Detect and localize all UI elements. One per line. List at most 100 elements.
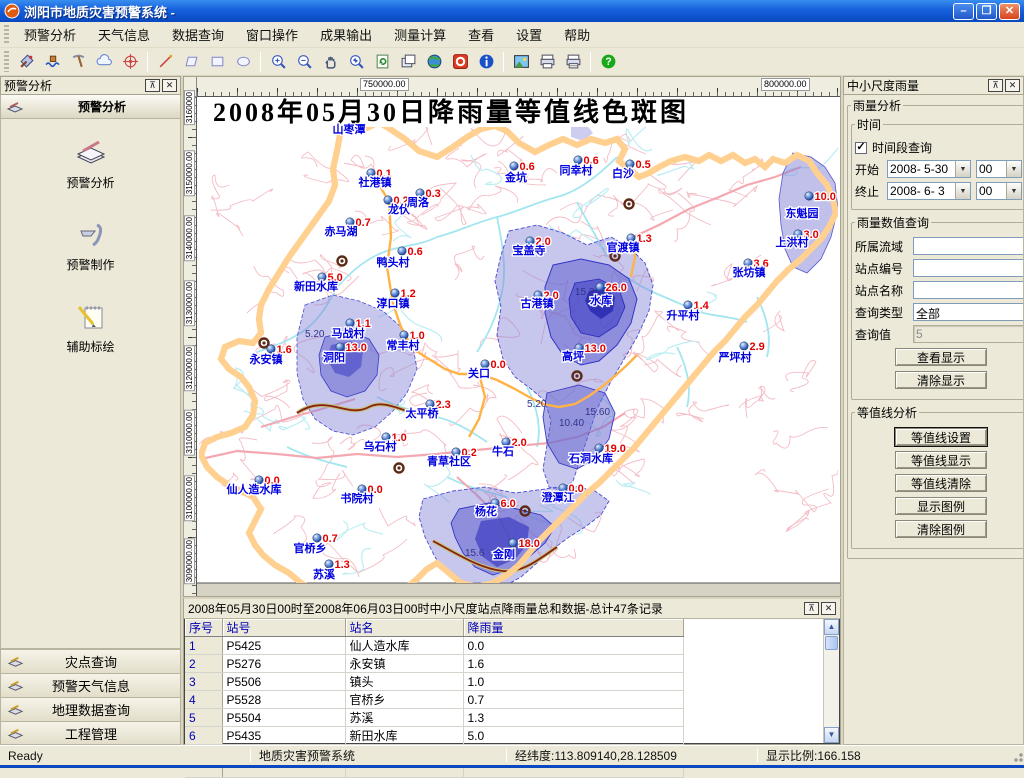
station-marker[interactable]: [740, 342, 748, 350]
station-marker[interactable]: [452, 448, 460, 456]
station-marker[interactable]: [318, 273, 326, 281]
station-marker[interactable]: [382, 433, 390, 441]
menu-item-4[interactable]: 窗口操作: [235, 22, 309, 47]
tool-item-warning-analysis[interactable]: 预警分析: [1, 135, 180, 191]
left-panel-group-header[interactable]: 预警分析: [0, 95, 181, 119]
sidebar-item-2[interactable]: 预警天气信息: [0, 673, 181, 697]
table-row[interactable]: 1P5425仙人造水库0.0: [185, 637, 683, 655]
menu-item-6[interactable]: 测量计算: [383, 22, 457, 47]
basin-combo[interactable]: ▼: [913, 237, 1024, 255]
end-hour-combo[interactable]: 00 ▼: [976, 182, 1022, 200]
pick-tool-icon[interactable]: [66, 50, 90, 74]
start-date-combo[interactable]: 2008- 5-30 ▼: [887, 160, 971, 178]
ellipse-draw-icon[interactable]: [231, 50, 255, 74]
globe-icon[interactable]: [422, 50, 446, 74]
cascade-windows-icon[interactable]: [396, 50, 420, 74]
menu-item-8[interactable]: 设置: [505, 22, 553, 47]
menu-item-9[interactable]: 帮助: [553, 22, 601, 47]
zoom-out-icon[interactable]: [292, 50, 316, 74]
station-marker[interactable]: [313, 534, 321, 542]
station-marker[interactable]: [416, 189, 424, 197]
station-marker[interactable]: [367, 169, 375, 177]
zoom-in-icon[interactable]: [266, 50, 290, 74]
close-icon[interactable]: ✕: [821, 602, 836, 615]
station-marker[interactable]: [509, 539, 517, 547]
contour-button-4[interactable]: 显示图例: [895, 497, 987, 515]
table-row[interactable]: 2P5276永安镇1.6: [185, 655, 683, 673]
query-type-combo[interactable]: 全部 ▼: [913, 303, 1024, 321]
table-column-header[interactable]: 站号: [222, 619, 345, 637]
station-marker[interactable]: [426, 400, 434, 408]
station-marker[interactable]: [574, 156, 582, 164]
station-marker[interactable]: [346, 218, 354, 226]
station-marker[interactable]: [325, 560, 333, 568]
resize-grip[interactable]: [1010, 749, 1024, 763]
station-marker[interactable]: [481, 360, 489, 368]
table-row[interactable]: 3P5506镇头1.0: [185, 673, 683, 691]
station-name-input[interactable]: [913, 281, 1024, 299]
station-marker[interactable]: [744, 259, 752, 267]
contour-button-2[interactable]: 等值线显示: [895, 451, 987, 469]
table-row[interactable]: 5P5504苏溪1.3: [185, 709, 683, 727]
pin-icon[interactable]: ⊼: [804, 602, 819, 615]
show-display-button[interactable]: 查看显示: [895, 348, 987, 366]
station-marker[interactable]: [391, 289, 399, 297]
toolbar-grip[interactable]: [4, 51, 9, 73]
refresh-page-icon[interactable]: [370, 50, 394, 74]
pin-icon[interactable]: ⊼: [145, 79, 160, 92]
scroll-up-button[interactable]: ▲: [824, 619, 839, 635]
target-icon[interactable]: [118, 50, 142, 74]
start-hour-combo[interactable]: 00 ▼: [976, 160, 1022, 178]
info-icon[interactable]: [474, 50, 498, 74]
station-marker[interactable]: [502, 438, 510, 446]
maximize-button[interactable]: ❐: [976, 3, 997, 20]
sidebar-item-4[interactable]: 工程管理: [0, 721, 181, 745]
station-marker[interactable]: [595, 444, 603, 452]
station-marker[interactable]: [336, 343, 344, 351]
stop-icon[interactable]: [448, 50, 472, 74]
table-row[interactable]: 4P5528官桥乡0.7: [185, 691, 683, 709]
table-column-header[interactable]: 降雨量: [463, 619, 683, 637]
menu-item-1[interactable]: 预警分析: [13, 22, 87, 47]
scroll-track[interactable]: [824, 651, 839, 727]
close-icon[interactable]: ✕: [1005, 79, 1020, 92]
menu-item-5[interactable]: 成果输出: [309, 22, 383, 47]
station-marker[interactable]: [346, 319, 354, 327]
line-draw-icon[interactable]: [153, 50, 177, 74]
station-marker[interactable]: [400, 331, 408, 339]
station-no-input[interactable]: [913, 259, 1024, 277]
close-button[interactable]: ✕: [999, 3, 1020, 20]
end-date-combo[interactable]: 2008- 6- 3 ▼: [887, 182, 971, 200]
chevron-down-icon[interactable]: ▼: [1006, 183, 1021, 199]
station-marker[interactable]: [684, 301, 692, 309]
scroll-down-button[interactable]: ▼: [824, 727, 839, 743]
menu-item-3[interactable]: 数据查询: [161, 22, 235, 47]
clear-display-button[interactable]: 清除显示: [895, 371, 987, 389]
sidebar-item-1[interactable]: 灾点查询: [0, 649, 181, 673]
zoom-window-icon[interactable]: [344, 50, 368, 74]
map-canvas[interactable]: 2008年05月30日降雨量等值线色斑图 5.2015.25.2015.6010…: [197, 97, 840, 596]
station-marker[interactable]: [255, 476, 263, 484]
tool-item-warning-compose[interactable]: 预警制作: [1, 217, 180, 273]
station-marker[interactable]: [805, 192, 813, 200]
menu-item-2[interactable]: 天气信息: [87, 22, 161, 47]
cloud-icon[interactable]: [92, 50, 116, 74]
station-marker[interactable]: [384, 196, 392, 204]
tool-item-aux-plot[interactable]: 辅助标绘: [1, 299, 180, 355]
menu-item-7[interactable]: 查看: [457, 22, 505, 47]
station-marker[interactable]: [398, 247, 406, 255]
help-icon[interactable]: ?: [596, 50, 620, 74]
flood-analysis-icon[interactable]: [40, 50, 64, 74]
time-range-checkbox[interactable]: ✓: [855, 142, 867, 154]
scroll-thumb[interactable]: [825, 636, 838, 650]
station-marker[interactable]: [559, 484, 567, 492]
close-icon[interactable]: ✕: [162, 79, 177, 92]
rectangle-draw-icon[interactable]: [205, 50, 229, 74]
contour-button-1[interactable]: 等值线设置: [895, 428, 987, 446]
station-marker[interactable]: [358, 485, 366, 493]
table-column-header[interactable]: 站名: [345, 619, 463, 637]
satellite-dish-icon[interactable]: [14, 50, 38, 74]
station-marker[interactable]: [267, 345, 275, 353]
sidebar-item-3[interactable]: 地理数据查询: [0, 697, 181, 721]
minimize-button[interactable]: –: [953, 3, 974, 20]
